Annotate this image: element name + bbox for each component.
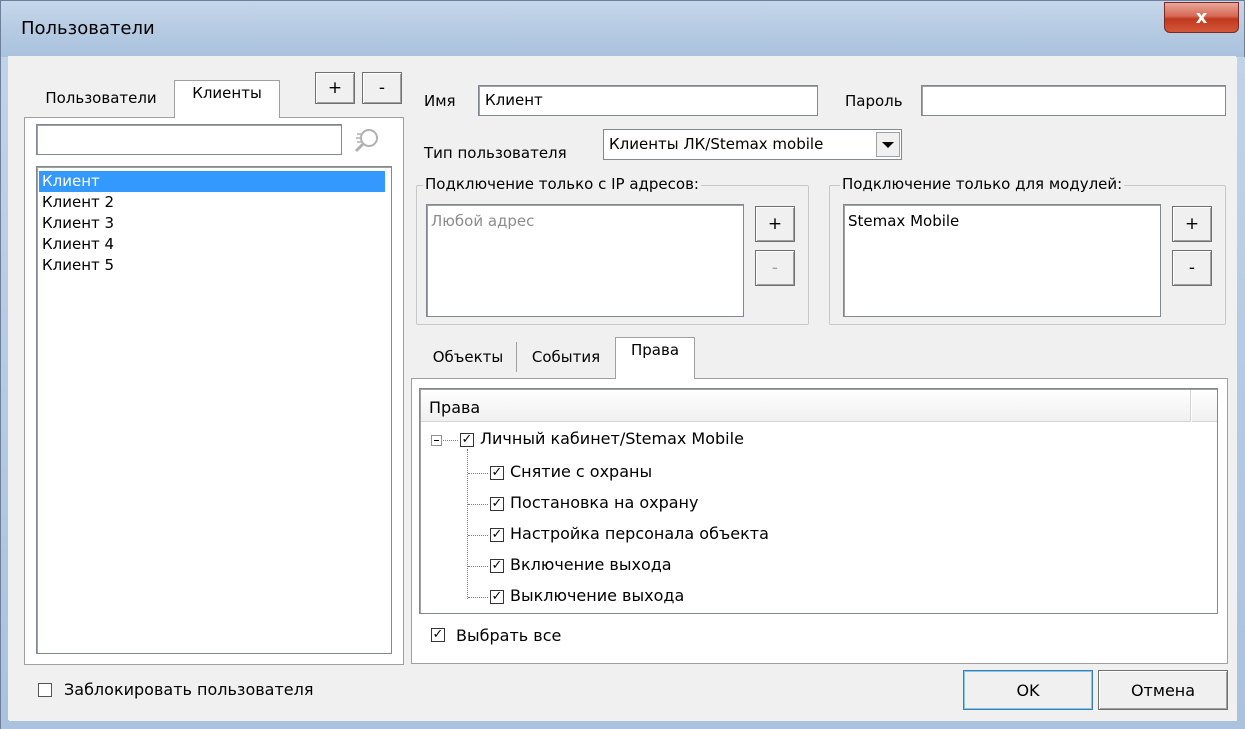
select-all-label: Выбрать все [456, 626, 562, 645]
right-checkbox[interactable]: ✓ [490, 559, 504, 573]
user-type-select[interactable]: Клиенты ЛК/Stemax mobile [603, 129, 902, 160]
add-module-button[interactable]: + [1172, 206, 1212, 242]
add-module-label: + [1184, 214, 1200, 234]
window-frame-right [1237, 57, 1245, 729]
list-item[interactable]: Клиент 2 [39, 192, 385, 213]
close-icon: x [1195, 7, 1208, 28]
list-item[interactable]: Клиент 4 [39, 234, 385, 255]
cancel-button[interactable]: Отмена [1098, 670, 1228, 710]
rights-tree[interactable]: Права ✓ Личный кабинет/Stemax Mobile ✓ С… [419, 388, 1218, 614]
collapse-icon[interactable] [431, 435, 442, 446]
modules-group-label: Подключение только для модулей: [840, 175, 1125, 193]
list-item[interactable]: Клиент 5 [39, 255, 385, 276]
search-icon[interactable] [350, 124, 384, 156]
tab-divider [516, 342, 517, 372]
tree-connector [468, 535, 488, 536]
block-user-label: Заблокировать пользователя [64, 680, 314, 699]
root-right-checkbox[interactable]: ✓ [460, 433, 474, 447]
add-user-label: + [327, 78, 343, 98]
user-type-dropdown-button[interactable] [876, 132, 900, 157]
tab-users-label: Пользователи [45, 89, 157, 107]
rights-column-filler [1192, 390, 1217, 422]
ip-list-item: Любой адрес [431, 212, 535, 230]
add-ip-button[interactable]: + [755, 206, 795, 242]
remove-module-label: - [1188, 258, 1196, 278]
add-user-button[interactable]: + [315, 72, 355, 104]
tree-connector [467, 449, 468, 599]
right-label: Постановка на охрану [510, 493, 699, 512]
list-item[interactable]: Клиент [39, 171, 385, 192]
cancel-label: Отмена [1130, 680, 1196, 700]
rights-column-header-label: Права [429, 398, 481, 417]
right-label: Выключение выхода [510, 586, 685, 605]
block-user-checkbox[interactable] [38, 683, 52, 697]
add-ip-label: + [767, 214, 783, 234]
rights-column-header[interactable]: Права [421, 390, 1191, 422]
window-frame-bottom [1, 721, 1245, 729]
tab-rights-label: Права [630, 341, 680, 359]
modules-list[interactable]: Stemax Mobile [843, 204, 1161, 317]
password-field[interactable] [921, 85, 1226, 116]
modules-list-item[interactable]: Stemax Mobile [848, 212, 959, 230]
name-value: Клиент [485, 91, 543, 109]
remove-ip-button[interactable]: - [755, 250, 795, 286]
chevron-down-icon [882, 142, 894, 148]
ok-label: OK [1016, 680, 1040, 700]
tree-connector [468, 473, 488, 474]
clients-list[interactable]: Клиент Клиент 2 Клиент 3 Клиент 4 Клиент… [36, 166, 392, 654]
right-checkbox[interactable]: ✓ [490, 466, 504, 480]
collapse-icon-bar [434, 440, 439, 441]
window-title: Пользователи [21, 18, 155, 39]
right-checkbox[interactable]: ✓ [490, 528, 504, 542]
ok-button[interactable]: OK [963, 670, 1093, 710]
list-item[interactable]: Клиент 3 [39, 213, 385, 234]
ip-group-label: Подключение только с IP адресов: [423, 175, 701, 193]
tab-clients-label: Клиенты [192, 84, 262, 102]
user-type-label: Тип пользователя [424, 144, 567, 162]
remove-module-button[interactable]: - [1172, 250, 1212, 286]
close-button[interactable]: x [1164, 2, 1239, 33]
tab-clients[interactable]: Клиенты [174, 80, 280, 118]
remove-user-button[interactable]: - [362, 72, 402, 104]
root-right-label: Личный кабинет/Stemax Mobile [480, 429, 744, 448]
name-label: Имя [424, 92, 456, 110]
ip-list[interactable]: Любой адрес [426, 204, 744, 317]
tab-users[interactable]: Пользователи [34, 86, 168, 114]
name-field[interactable]: Клиент [478, 85, 818, 116]
user-type-value: Клиенты ЛК/Stemax mobile [609, 135, 824, 153]
right-label: Снятие с охраны [510, 462, 653, 481]
right-label: Настройка персонала объекта [510, 524, 769, 543]
password-label: Пароль [845, 92, 903, 110]
remove-user-label: - [378, 78, 386, 98]
right-checkbox[interactable]: ✓ [490, 590, 504, 604]
remove-ip-label: - [771, 258, 779, 278]
right-label: Включение выхода [510, 555, 672, 574]
tab-objects-label: Объекты [432, 348, 504, 366]
tree-connector [468, 597, 488, 598]
title-bar[interactable]: Пользователи x [1, 1, 1244, 57]
search-input[interactable] [36, 124, 342, 155]
right-checkbox[interactable]: ✓ [490, 497, 504, 511]
tab-rights[interactable]: Права [615, 337, 695, 379]
select-all-checkbox[interactable]: ✓ [431, 628, 445, 642]
tree-connector [468, 566, 488, 567]
tab-events-label: События [531, 348, 601, 366]
tree-connector [443, 440, 458, 441]
tree-connector [468, 504, 488, 505]
tab-objects[interactable]: Объекты [422, 345, 514, 375]
tab-events[interactable]: События [520, 345, 612, 375]
